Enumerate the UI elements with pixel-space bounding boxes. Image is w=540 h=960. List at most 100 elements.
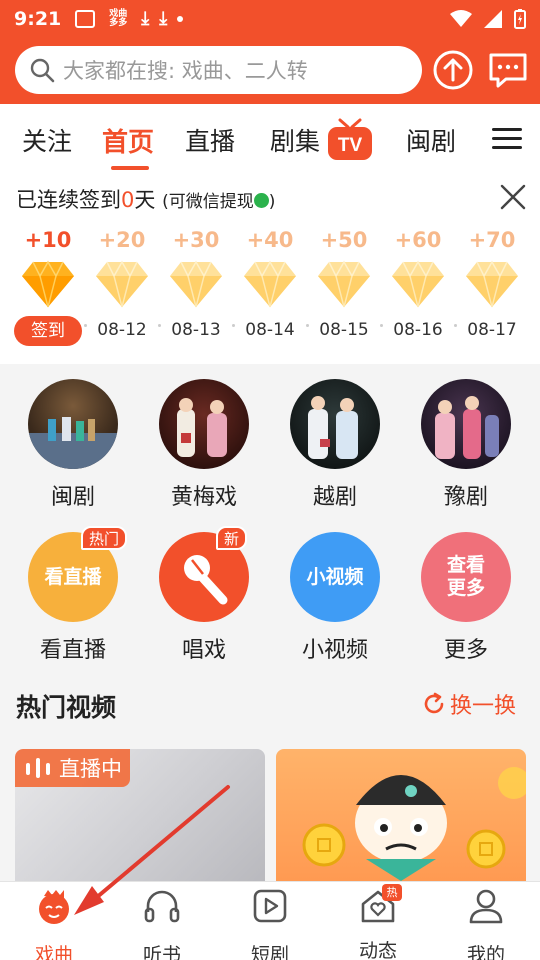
live-bars-icon: [26, 758, 50, 778]
home-heart-icon-wrap: 热: [358, 884, 402, 926]
feature-watch-live[interactable]: 看直播 热门 看直播: [13, 526, 133, 664]
signin-prefix: 已连续签到: [16, 188, 121, 212]
signin-points: +40: [246, 228, 294, 252]
category-label: 豫剧: [443, 485, 488, 510]
signin-day-4: +40 08-14: [233, 228, 307, 340]
short-video-icon-text: 小视频: [306, 565, 364, 588]
diamond-icon: [318, 260, 370, 308]
diamond-icon: [244, 260, 296, 308]
signin-date: 08-15: [319, 320, 369, 340]
diamond-icon: [22, 260, 74, 308]
status-time: 9:21: [14, 8, 62, 30]
image-icon: [75, 10, 96, 28]
signin-note: (可微信提现: [162, 192, 254, 212]
battery-icon: [514, 9, 526, 29]
nav-label: 戏曲: [34, 944, 73, 960]
notification-dot-icon: [177, 16, 184, 22]
signin-date: 08-12: [97, 320, 147, 340]
signin-day-3: +30 08-13: [159, 228, 233, 340]
tab-live[interactable]: 直播: [185, 122, 235, 158]
separator-dot: [380, 324, 383, 327]
diamond-icon: [466, 260, 518, 308]
category-yu-opera[interactable]: 豫剧: [406, 379, 526, 511]
category-thumbnail: [421, 379, 511, 469]
menu-icon[interactable]: [492, 128, 522, 150]
search-placeholder: 大家都在搜: 戏曲、二人转: [63, 59, 308, 83]
refresh-label: 换一换: [450, 694, 517, 719]
top-tabs: 关注 首页 直播 剧集 TV 闽剧: [0, 104, 540, 172]
separator-dot: [84, 324, 87, 327]
bottom-nav: 戏曲 听书 短剧 热 动态 我的: [0, 881, 540, 960]
status-bar: 9:21 戏曲 多多 ⤓ ⤓: [0, 0, 540, 38]
signin-button[interactable]: 签到: [14, 316, 82, 346]
tab-min-opera[interactable]: 闽剧: [406, 122, 456, 158]
signin-points: +30: [172, 228, 220, 252]
signal-icon: [484, 10, 502, 28]
category-thumbnail: [290, 379, 380, 469]
refresh-button[interactable]: 换一换: [422, 688, 516, 720]
signin-date: 08-14: [245, 320, 295, 340]
signin-days-count: 0: [121, 188, 135, 212]
diamond-icon: [392, 260, 444, 308]
user-icon: [469, 889, 503, 924]
live-badge-label: 直播中: [59, 757, 122, 781]
category-yue-opera[interactable]: 越剧: [275, 379, 395, 511]
nav-label: 短剧: [250, 944, 289, 960]
signin-day-1[interactable]: +10 签到: [11, 228, 85, 346]
category-min-opera[interactable]: 闽剧: [13, 379, 133, 511]
nav-feed[interactable]: 热 动态: [324, 884, 432, 960]
tab-follow[interactable]: 关注: [22, 122, 72, 158]
video-card-promo[interactable]: [276, 749, 526, 881]
category-thumbnail: [159, 379, 249, 469]
wechat-icon: [253, 193, 269, 208]
feature-more[interactable]: 查看 更多 更多: [406, 532, 526, 664]
signin-points: +60: [394, 228, 442, 252]
category-thumbnail: [28, 379, 118, 469]
signin-date: 08-17: [467, 320, 517, 340]
signin-points: +20: [98, 228, 146, 252]
video-card-live[interactable]: 直播中: [15, 749, 265, 881]
feature-label: 更多: [443, 638, 488, 663]
signin-day-7: +70 08-17: [455, 228, 529, 340]
signin-date: 08-16: [393, 320, 443, 340]
signin-points: +50: [320, 228, 368, 252]
nav-hot-badge: 热: [382, 884, 402, 901]
tv-badge-icon: TV: [328, 118, 372, 160]
search-input[interactable]: 大家都在搜: 戏曲、二人转: [15, 46, 422, 94]
feature-label: 小视频: [301, 638, 368, 663]
category-grid: 闽剧 黄梅戏 越剧 豫剧 看直播 热门 看直播 新 唱戏 小视频 小视频 查看 …: [0, 364, 540, 664]
refresh-icon: [424, 692, 444, 714]
upload-icon[interactable]: [433, 50, 473, 90]
hot-videos-section: 热门视频 换一换 直播中: [0, 664, 540, 881]
more-icon: 查看 更多: [421, 532, 511, 622]
nav-opera[interactable]: 戏曲: [0, 886, 108, 960]
new-badge: 新: [216, 526, 248, 550]
separator-dot: [232, 324, 235, 327]
play-square-icon: [253, 889, 287, 923]
active-tab-indicator: [111, 166, 149, 170]
feature-label: 看直播: [39, 638, 106, 663]
header-bar: 大家都在搜: 戏曲、二人转: [0, 38, 540, 104]
category-huangmei-opera[interactable]: 黄梅戏: [144, 379, 264, 511]
nav-audiobook[interactable]: 听书: [108, 886, 216, 960]
close-icon[interactable]: [500, 184, 526, 210]
category-label: 闽剧: [50, 485, 95, 510]
feature-short-video[interactable]: 小视频 小视频: [275, 532, 395, 664]
feature-label: 唱戏: [181, 638, 226, 663]
feature-sing-opera[interactable]: 新 唱戏: [144, 526, 264, 664]
nav-profile[interactable]: 我的: [432, 886, 540, 960]
download-icon-2: ⤓: [159, 8, 168, 29]
tab-series[interactable]: 剧集: [270, 122, 320, 158]
signin-day-5: +50 08-15: [307, 228, 381, 340]
more-icon-text: 查看 更多: [446, 554, 485, 599]
diamond-icon: [96, 260, 148, 308]
signin-points: +70: [468, 228, 516, 252]
section-title: 热门视频: [16, 693, 117, 722]
tab-home[interactable]: 首页: [102, 122, 154, 159]
message-icon[interactable]: [488, 50, 528, 90]
nav-label: 我的: [466, 944, 505, 960]
nav-short-drama[interactable]: 短剧: [216, 886, 324, 960]
hot-badge: 热门: [81, 526, 128, 550]
promo-illustration: [302, 767, 526, 881]
signin-suffix: 天: [134, 188, 156, 212]
